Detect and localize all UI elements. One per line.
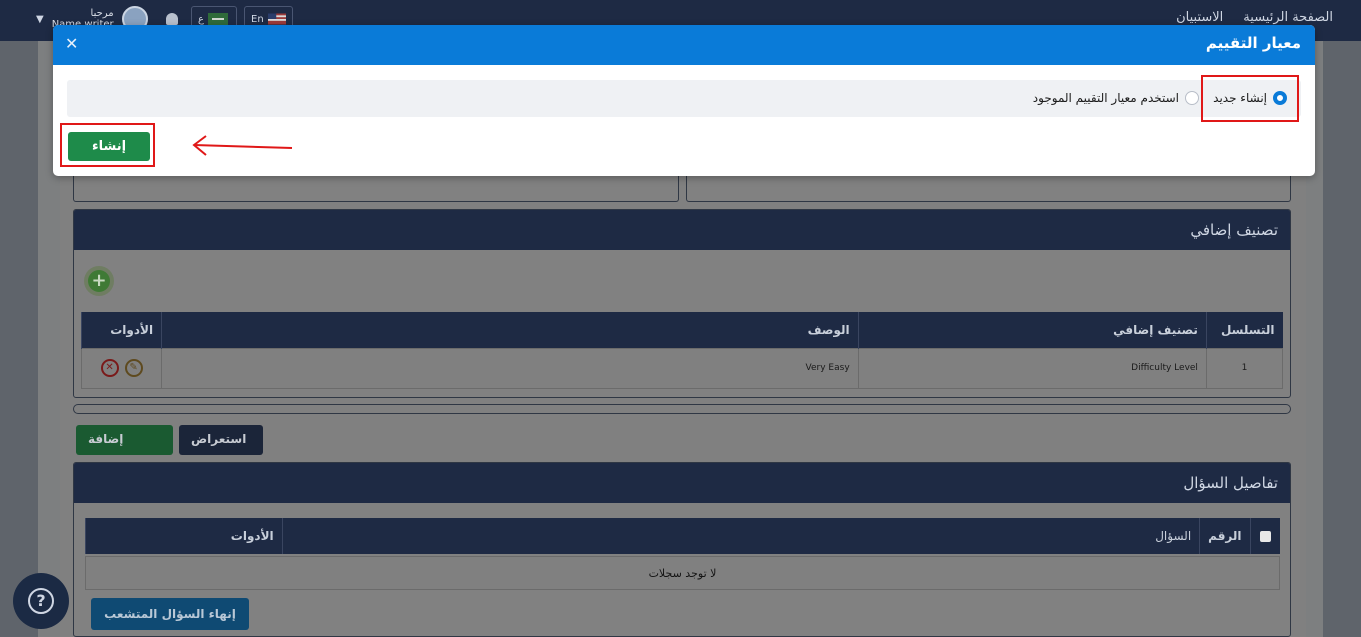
add-question-button[interactable]: إضافة سؤال bbox=[76, 425, 173, 474]
greeting-text: مرحبا bbox=[90, 8, 114, 19]
lang-en-label: En bbox=[251, 13, 264, 25]
us-flag-icon bbox=[267, 13, 286, 25]
preview-button[interactable]: استعراض bbox=[179, 425, 263, 455]
question-details-title: تفاصيل السؤال bbox=[74, 463, 1290, 503]
end-branch-question-button[interactable]: إنهاء السؤال المتشعب bbox=[91, 598, 249, 630]
cell-classification: Difficulty Level bbox=[857, 347, 1207, 389]
nav-home[interactable]: الصفحة الرئيسية bbox=[1243, 10, 1333, 25]
lang-ar-label: ع bbox=[198, 13, 204, 25]
select-all-cell bbox=[1249, 518, 1280, 554]
x-circle-icon[interactable]: ✕ bbox=[100, 359, 119, 377]
modal-title: معيار التقييم bbox=[1205, 34, 1301, 52]
bell-icon[interactable] bbox=[165, 13, 178, 25]
col-question-tools: الأدوات bbox=[85, 518, 283, 554]
questions-table: الرقم السؤال الأدوات bbox=[85, 518, 1280, 554]
select-all-checkbox[interactable] bbox=[1259, 531, 1271, 542]
form-panel-right bbox=[686, 176, 1291, 202]
cell-tools: ✎✕ bbox=[80, 347, 163, 389]
main-nav: الصفحة الرئيسية الاستبيان bbox=[1176, 10, 1333, 25]
col-classification: تصنيف إضافي bbox=[857, 312, 1207, 348]
plus-icon: + bbox=[88, 270, 110, 292]
add-classification-button[interactable]: + bbox=[84, 266, 114, 296]
modal-header: معيار التقييم ✕ bbox=[53, 25, 1315, 65]
classification-table: التسلسل تصنيف إضافي الوصف الأدوات 1 Diff… bbox=[80, 312, 1284, 389]
option-existing-label: استخدم معيار التقييم الموجود bbox=[1032, 91, 1179, 105]
help-icon: ? bbox=[28, 588, 54, 614]
radio-existing[interactable] bbox=[1185, 91, 1199, 105]
col-number: الرقم bbox=[1199, 518, 1251, 554]
col-question: السؤال bbox=[281, 518, 1200, 554]
highlight-box-new-option bbox=[1201, 75, 1299, 122]
collapsed-panel bbox=[73, 404, 1291, 414]
classification-card-title: تصنيف إضافي bbox=[74, 210, 1290, 250]
col-description: الوصف bbox=[161, 312, 859, 348]
highlight-box-create-button bbox=[60, 123, 155, 167]
pencil-icon[interactable]: ✎ bbox=[124, 359, 143, 377]
chevron-down-icon[interactable]: ▼ bbox=[36, 14, 44, 25]
help-button[interactable]: ? bbox=[13, 573, 69, 629]
cell-description: Very Easy bbox=[161, 347, 859, 389]
close-icon[interactable]: ✕ bbox=[65, 34, 78, 53]
empty-records-text: لا توجد سجلات bbox=[85, 556, 1280, 590]
col-seq: التسلسل bbox=[1205, 312, 1283, 348]
cell-seq: 1 bbox=[1205, 347, 1284, 389]
col-tools: الأدوات bbox=[80, 312, 162, 348]
form-panel-left bbox=[73, 176, 679, 202]
option-existing[interactable]: استخدم معيار التقييم الموجود bbox=[1033, 91, 1199, 105]
table-row: 1 Difficulty Level Very Easy ✎✕ bbox=[80, 347, 1284, 389]
nav-questionnaire[interactable]: الاستبيان bbox=[1176, 10, 1223, 25]
saudi-flag-icon bbox=[207, 13, 228, 25]
arrow-left-annotation-icon bbox=[192, 135, 293, 156]
